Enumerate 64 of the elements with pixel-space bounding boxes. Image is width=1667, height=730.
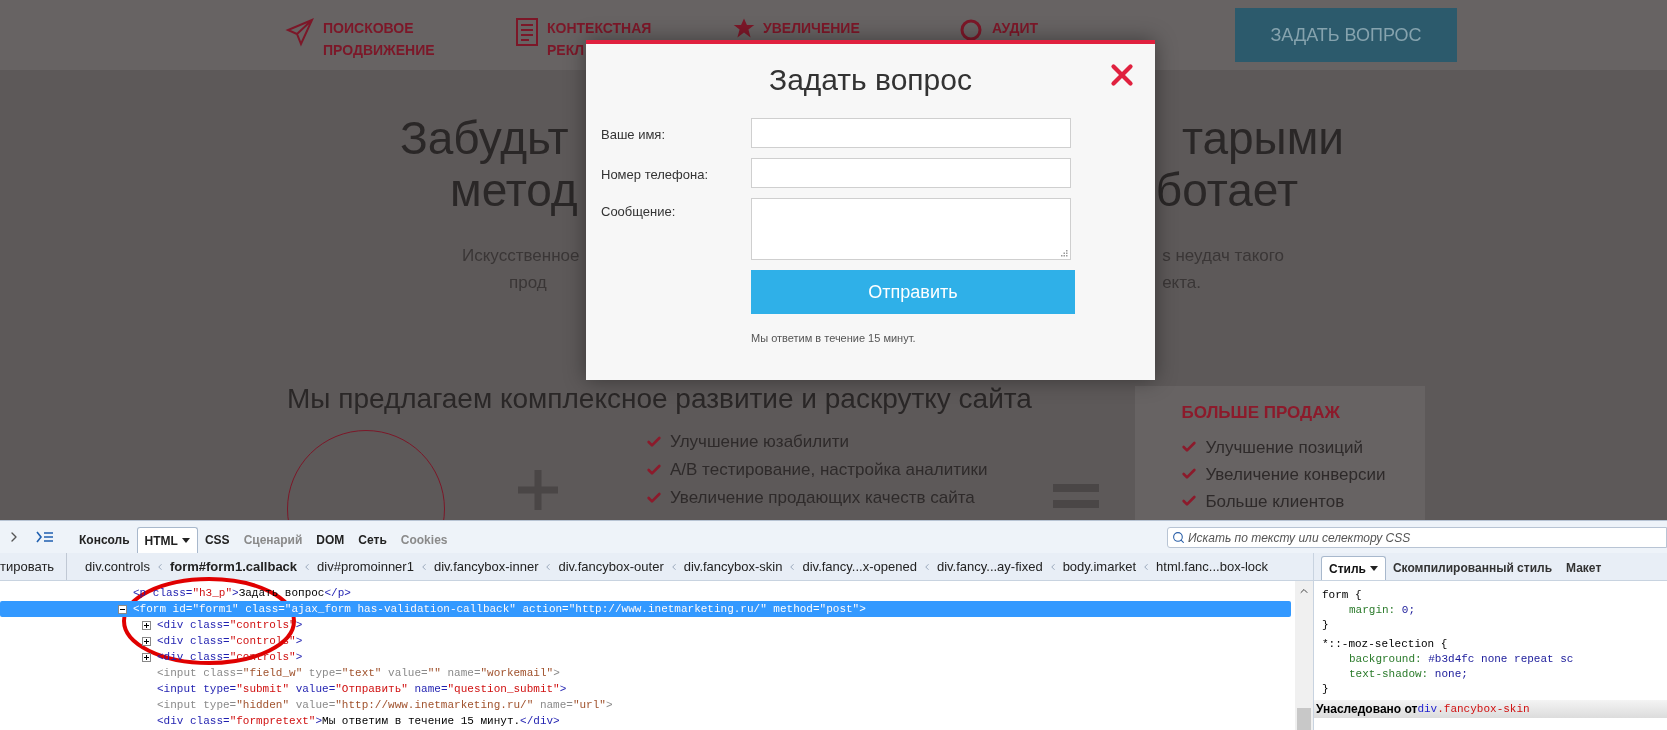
circle-icon <box>958 17 984 43</box>
field-label: Номер телефона: <box>601 166 709 184</box>
css-declaration: margin: 0; <box>1348 603 1417 617</box>
breadcrumb[interactable]: html.fanc...box-lock <box>1156 556 1269 577</box>
breadcrumb[interactable]: div.fancybox-inner <box>433 556 539 577</box>
command-line-icon[interactable] <box>36 531 54 543</box>
dropdown-caret-icon <box>181 538 190 543</box>
search-icon <box>1172 531 1185 544</box>
css-rule-line: form { <box>1322 588 1363 602</box>
card-item: Увеличение конверсии <box>1205 463 1386 486</box>
breadcrumb[interactable]: div.controls <box>85 556 150 577</box>
css-declaration: text-shadow: none; <box>1348 667 1469 681</box>
devtools-tab[interactable]: Консоль <box>72 527 137 553</box>
check-icon <box>646 462 662 478</box>
search-field[interactable]: Искать по тексту или селектору CSS <box>1167 527 1667 548</box>
expand-icon[interactable] <box>142 620 151 630</box>
check-icon <box>646 490 662 506</box>
card-item: Больше клиентов <box>1205 490 1345 513</box>
expand-icon[interactable] <box>142 652 151 662</box>
style-tab[interactable]: Макет <box>1559 556 1609 580</box>
input-field[interactable] <box>751 158 1071 188</box>
star-icon <box>733 17 755 39</box>
css-declaration: background: #b3d4fc none repeat sc <box>1348 652 1575 666</box>
paper-plane-icon <box>285 17 315 47</box>
markup-line[interactable]: <input class="field_w" type="text" value="" name="workemail"> <box>157 664 560 682</box>
message-field[interactable] <box>751 198 1071 260</box>
inherited-header: Унаследовано отdiv.fancybox-skin <box>1314 700 1667 718</box>
markup-line[interactable]: <input type="submit" value="Отправить" name="question_submit"> <box>157 680 567 698</box>
collapse-icon[interactable] <box>118 604 127 614</box>
breadcrumb[interactable]: body.imarket <box>1062 556 1137 577</box>
card-title: БОЛЬШЕ ПРОДАЖ <box>1181 402 1341 424</box>
devtools-tab[interactable]: DOM <box>309 527 352 553</box>
markup-line[interactable]: <div class="formpretext">Мы ответим в течение 15 минут.</div> <box>157 712 560 730</box>
document-icon <box>515 17 539 47</box>
check-icon <box>646 434 662 450</box>
field-label: Сообщение: <box>601 203 677 221</box>
expand-icon[interactable] <box>142 636 151 646</box>
breadcrumb[interactable]: div.fancybox-outer <box>558 556 664 577</box>
breadcrumb[interactable]: div.fancy...ay-fixed <box>936 556 1043 577</box>
breadcrumb[interactable]: div.fancybox-skin <box>683 556 783 577</box>
style-tab[interactable]: Стиль <box>1321 556 1386 580</box>
check-icon <box>1181 466 1198 482</box>
resize-grip-icon <box>1061 250 1068 257</box>
scrollbar-thumb[interactable] <box>1297 708 1311 730</box>
breadcrumb[interactable]: div#promoinner1 <box>317 556 414 577</box>
dropdown-caret-icon <box>1369 566 1378 571</box>
dialog-title: Задать вопрос <box>769 62 972 98</box>
css-rule-line: *::-moz-selection { <box>1322 637 1449 651</box>
devtools-tab[interactable]: HTML <box>136 527 198 553</box>
check-icon <box>1181 493 1198 509</box>
field-label: Ваше имя: <box>601 126 667 144</box>
edit-button[interactable]: тировать <box>0 553 68 580</box>
breadcrumb[interactable]: form#form1.callback <box>169 556 298 577</box>
devtools-tab[interactable]: Сеть <box>351 527 394 553</box>
breadcrumb[interactable]: div.fancy...x-opened <box>802 556 917 577</box>
markup-line[interactable]: <input type="hidden" value="http://www.inetmarketing.ru/" name="url"> <box>157 696 613 714</box>
devtools-tab[interactable]: CSS <box>197 527 237 553</box>
css-rule-line: } <box>1322 618 1330 632</box>
reply-note: Мы ответим в течение 15 минут. <box>751 331 917 346</box>
input-field[interactable] <box>751 118 1071 148</box>
card-item: Улучшение позиций <box>1205 436 1363 459</box>
style-tab[interactable]: Скомпилированный стиль <box>1385 556 1560 580</box>
check-icon <box>1181 439 1198 455</box>
css-rule-line: } <box>1322 682 1330 696</box>
